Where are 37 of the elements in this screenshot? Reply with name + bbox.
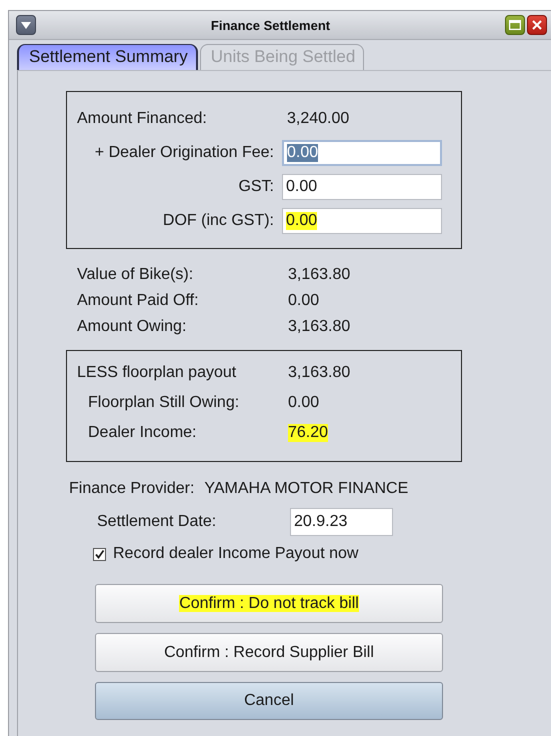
window-title: Finance Settlement (210, 18, 332, 32)
field-value: 0.00 (286, 212, 318, 230)
value-text: 3,240.00 (287, 110, 350, 128)
confirm-button[interactable]: Confirm : Record Supplier Bill (95, 633, 443, 672)
input-field[interactable]: 0.00 (282, 174, 442, 200)
value-text: 3,163.80 (288, 364, 350, 382)
label-text: Amount Paid Off: (77, 292, 200, 310)
tab[interactable]: Settlement Summary (17, 44, 198, 70)
field-label: GST: (237, 178, 275, 196)
value-text: 76.20 (288, 424, 328, 442)
label-text: Amount Owing: (77, 318, 188, 336)
input-field[interactable]: 0.00 (282, 208, 442, 234)
checkbox-label: Record dealer Income Payout now (113, 545, 358, 563)
field-label: Settlement Date: (97, 513, 218, 531)
cancel-button[interactable]: Cancel (95, 682, 443, 720)
value-text: 0.00 (288, 394, 320, 412)
value-text: 0.00 (288, 292, 320, 310)
maximize-icon[interactable] (505, 15, 525, 35)
field-value: 0.00 (286, 178, 318, 196)
label-text: Floorplan Still Owing: (87, 394, 240, 412)
date-field[interactable]: 20.9.23 (290, 508, 393, 536)
label-text: Finance Provider: (69, 480, 194, 498)
menu-icon[interactable] (16, 15, 36, 35)
field-label: + Dealer Origination Fee: (94, 144, 275, 162)
input-field[interactable]: 0.00 (282, 140, 442, 166)
label-text: Dealer Income: (87, 424, 198, 442)
checkbox[interactable] (93, 548, 106, 560)
value-text: YAMAHA MOTOR FINANCE (204, 480, 408, 498)
field-value: 0.00 (287, 144, 318, 162)
close-icon[interactable] (527, 15, 547, 35)
value-text: 3,163.80 (288, 318, 350, 336)
value-text: 3,163.80 (288, 266, 350, 284)
field-label: DOF (inc GST): (162, 212, 275, 230)
label-text: LESS floorplan payout (77, 364, 238, 382)
label-text: Value of Bike(s): (77, 266, 194, 284)
confirm-button[interactable]: Confirm : Do not track bill (95, 584, 443, 623)
field-label: Amount Financed: (77, 110, 208, 128)
